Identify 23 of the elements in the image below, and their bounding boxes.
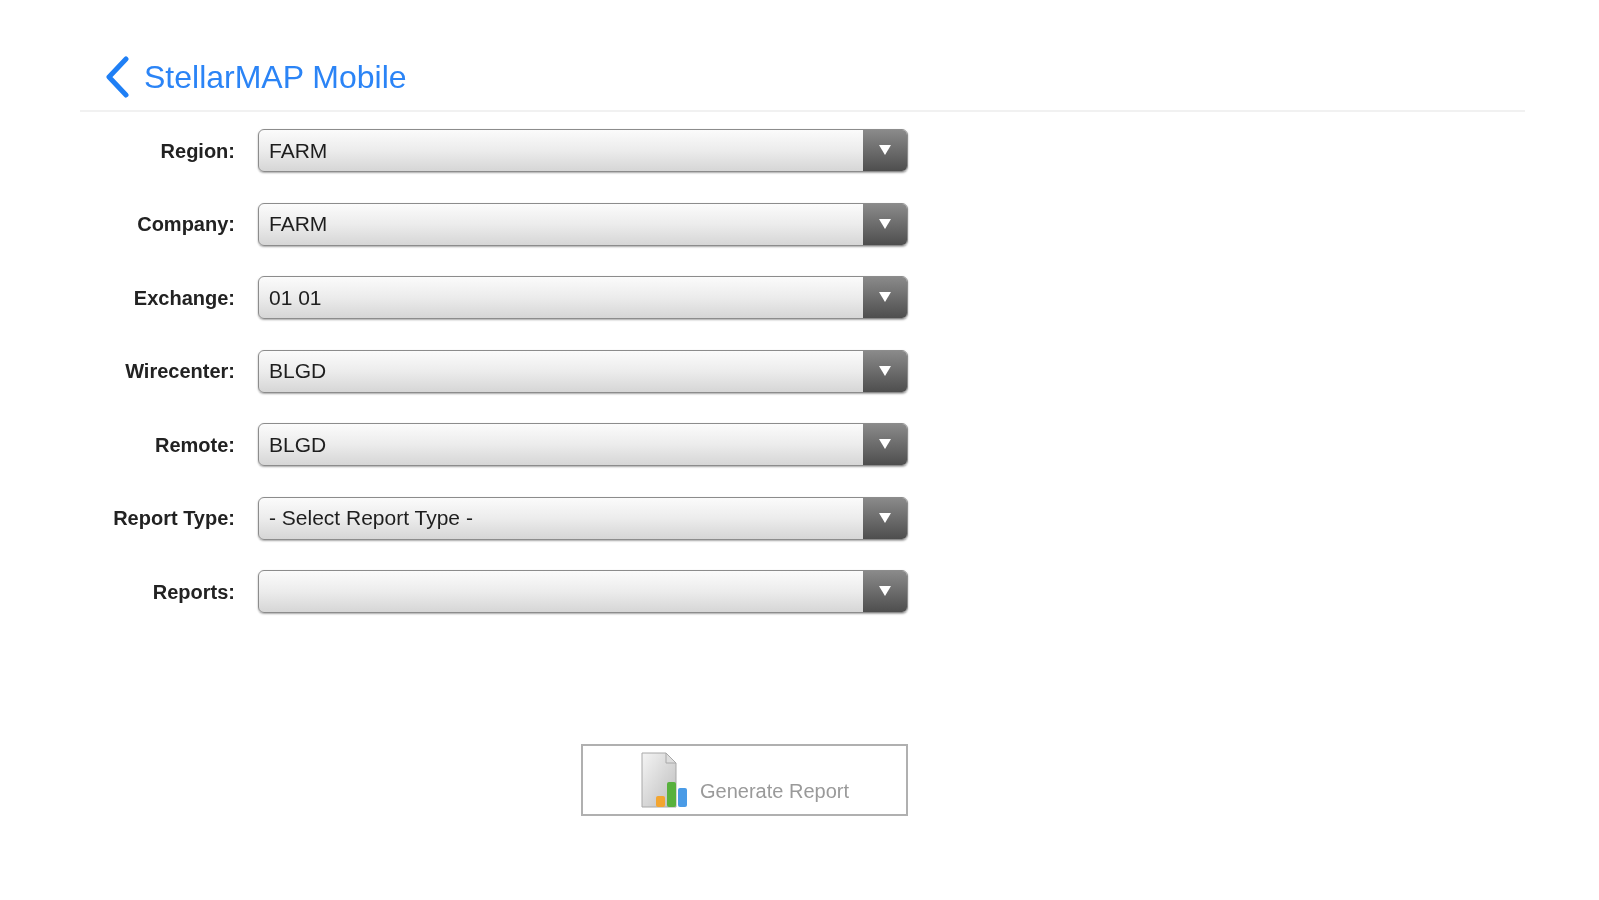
caret-down-icon — [863, 497, 907, 539]
caret-down-icon — [863, 350, 907, 392]
caret-down-icon — [863, 203, 907, 245]
field-label: Region: — [159, 138, 235, 164]
app-title: StellarMAP Mobile — [144, 58, 407, 97]
back-chevron-icon[interactable] — [104, 56, 130, 98]
dropdown[interactable]: BLGD — [258, 423, 908, 466]
dropdown[interactable]: FARM — [258, 129, 908, 172]
caret-down-icon — [863, 130, 907, 171]
field-label: Report Type: — [112, 506, 235, 531]
dropdown[interactable]: FARM — [258, 202, 908, 246]
caret-down-icon — [863, 424, 907, 465]
caret-down-icon — [863, 571, 907, 612]
dropdown[interactable]: 01 01 — [258, 276, 908, 319]
field-label: Exchange: — [132, 285, 235, 311]
field-label: Wirecenter: — [124, 359, 235, 384]
field-label: Reports: — [151, 579, 235, 605]
dropdown[interactable]: - Select Report Type - — [258, 496, 908, 540]
field-label: Remote: — [154, 432, 235, 458]
field-label: Company: — [136, 212, 235, 237]
dropdown[interactable] — [258, 570, 908, 613]
dropdown[interactable]: BLGD — [258, 349, 908, 393]
caret-down-icon — [863, 277, 907, 318]
